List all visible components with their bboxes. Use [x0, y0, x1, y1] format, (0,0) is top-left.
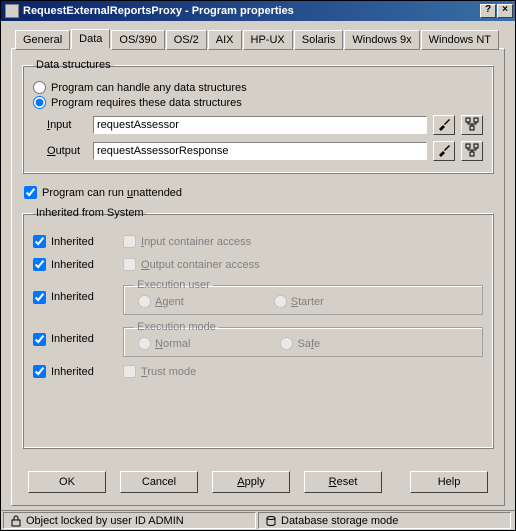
inh2-checkbox[interactable]: [33, 258, 46, 271]
inh2-label: Inherited: [51, 259, 94, 271]
execution-mode-group: Execution mode Normal Safe: [123, 321, 483, 357]
inh5-checkbox[interactable]: [33, 365, 46, 378]
tab-os390[interactable]: OS/390: [111, 30, 164, 50]
app-icon: [5, 4, 19, 18]
tree-icon: [465, 117, 479, 134]
apply-button[interactable]: Apply: [212, 471, 290, 493]
inh4-checkbox[interactable]: [33, 333, 46, 346]
output-field[interactable]: [93, 142, 427, 160]
data-structures-legend: Data structures: [33, 59, 114, 71]
input-browse-button[interactable]: [433, 115, 455, 135]
inh3-label: Inherited: [51, 291, 94, 303]
execution-user-group: Execution user Agent Starter: [123, 279, 483, 315]
tabstrip: General Data OS/390 OS/2 AIX HP-UX Solar…: [11, 29, 505, 49]
radio-any-label: Program can handle any data structures: [51, 82, 247, 94]
tab-win9x[interactable]: Windows 9x: [344, 30, 419, 50]
radio-requires-structures[interactable]: [33, 96, 46, 109]
inh1-checkbox[interactable]: [33, 235, 46, 248]
input-label: Input: [33, 119, 93, 131]
close-button[interactable]: ×: [497, 4, 513, 18]
inherited-legend: Inherited from System: [33, 207, 147, 219]
unattended-label: Program can run unattended: [42, 187, 182, 199]
status-right: Database storage mode: [258, 512, 511, 529]
statusbar: Object locked by user ID ADMIN Database …: [1, 510, 515, 530]
input-container-checkbox: [123, 235, 136, 248]
input-container-label: Input container access: [141, 236, 251, 248]
unattended-checkbox[interactable]: [24, 186, 37, 199]
output-container-label: Output container access: [141, 259, 260, 271]
radio-any-structures[interactable]: [33, 81, 46, 94]
input-tree-button[interactable]: [461, 115, 483, 135]
tab-hpux[interactable]: HP-UX: [243, 30, 293, 50]
tab-os2[interactable]: OS/2: [166, 30, 207, 50]
tab-winnt[interactable]: Windows NT: [421, 30, 499, 50]
titlebar: RequestExternalReportsProxy - Program pr…: [1, 1, 515, 21]
output-container-checkbox: [123, 258, 136, 271]
inh1-label: Inherited: [51, 236, 94, 248]
data-structures-group: Data structures Program can handle any d…: [22, 59, 494, 174]
output-label: Output: [33, 145, 93, 157]
client-area: General Data OS/390 OS/2 AIX HP-UX Solar…: [1, 21, 515, 510]
execution-user-legend: Execution user: [134, 279, 213, 291]
tab-general[interactable]: General: [15, 30, 70, 50]
status-right-text: Database storage mode: [281, 515, 398, 527]
radio-requires-label: Program requires these data structures: [51, 97, 242, 109]
button-bar: OK Cancel Apply Reset Help: [22, 459, 494, 499]
window-title: RequestExternalReportsProxy - Program pr…: [23, 5, 480, 17]
ok-button[interactable]: OK: [28, 471, 106, 493]
output-tree-button[interactable]: [461, 141, 483, 161]
help-button[interactable]: Help: [410, 471, 488, 493]
flashlight-icon: [437, 117, 451, 134]
inh4-label: Inherited: [51, 333, 94, 345]
execution-mode-legend: Execution mode: [134, 321, 219, 333]
help-context-button[interactable]: ?: [480, 4, 496, 18]
tree-icon: [465, 143, 479, 160]
starter-radio: [274, 295, 287, 308]
database-icon: [265, 515, 277, 527]
tab-solaris[interactable]: Solaris: [294, 30, 344, 50]
inherited-group: Inherited from System Inherited Input co…: [22, 207, 494, 449]
trust-mode-checkbox: [123, 365, 136, 378]
reset-button[interactable]: Reset: [304, 471, 382, 493]
inh3-checkbox[interactable]: [33, 291, 46, 304]
trust-mode-label: Trust mode: [141, 366, 196, 378]
status-left: Object locked by user ID ADMIN: [3, 512, 256, 529]
tab-aix[interactable]: AIX: [208, 30, 242, 50]
lock-icon: [10, 515, 22, 527]
flashlight-icon: [437, 143, 451, 160]
cancel-button[interactable]: Cancel: [120, 471, 198, 493]
inh5-label: Inherited: [51, 366, 94, 378]
tab-data[interactable]: Data: [71, 29, 110, 49]
input-field[interactable]: [93, 116, 427, 134]
status-left-text: Object locked by user ID ADMIN: [26, 515, 184, 527]
tab-body: Data structures Program can handle any d…: [11, 48, 505, 506]
agent-radio: [138, 295, 151, 308]
normal-radio: [138, 337, 151, 350]
window: RequestExternalReportsProxy - Program pr…: [0, 0, 516, 531]
safe-radio: [280, 337, 293, 350]
output-browse-button[interactable]: [433, 141, 455, 161]
